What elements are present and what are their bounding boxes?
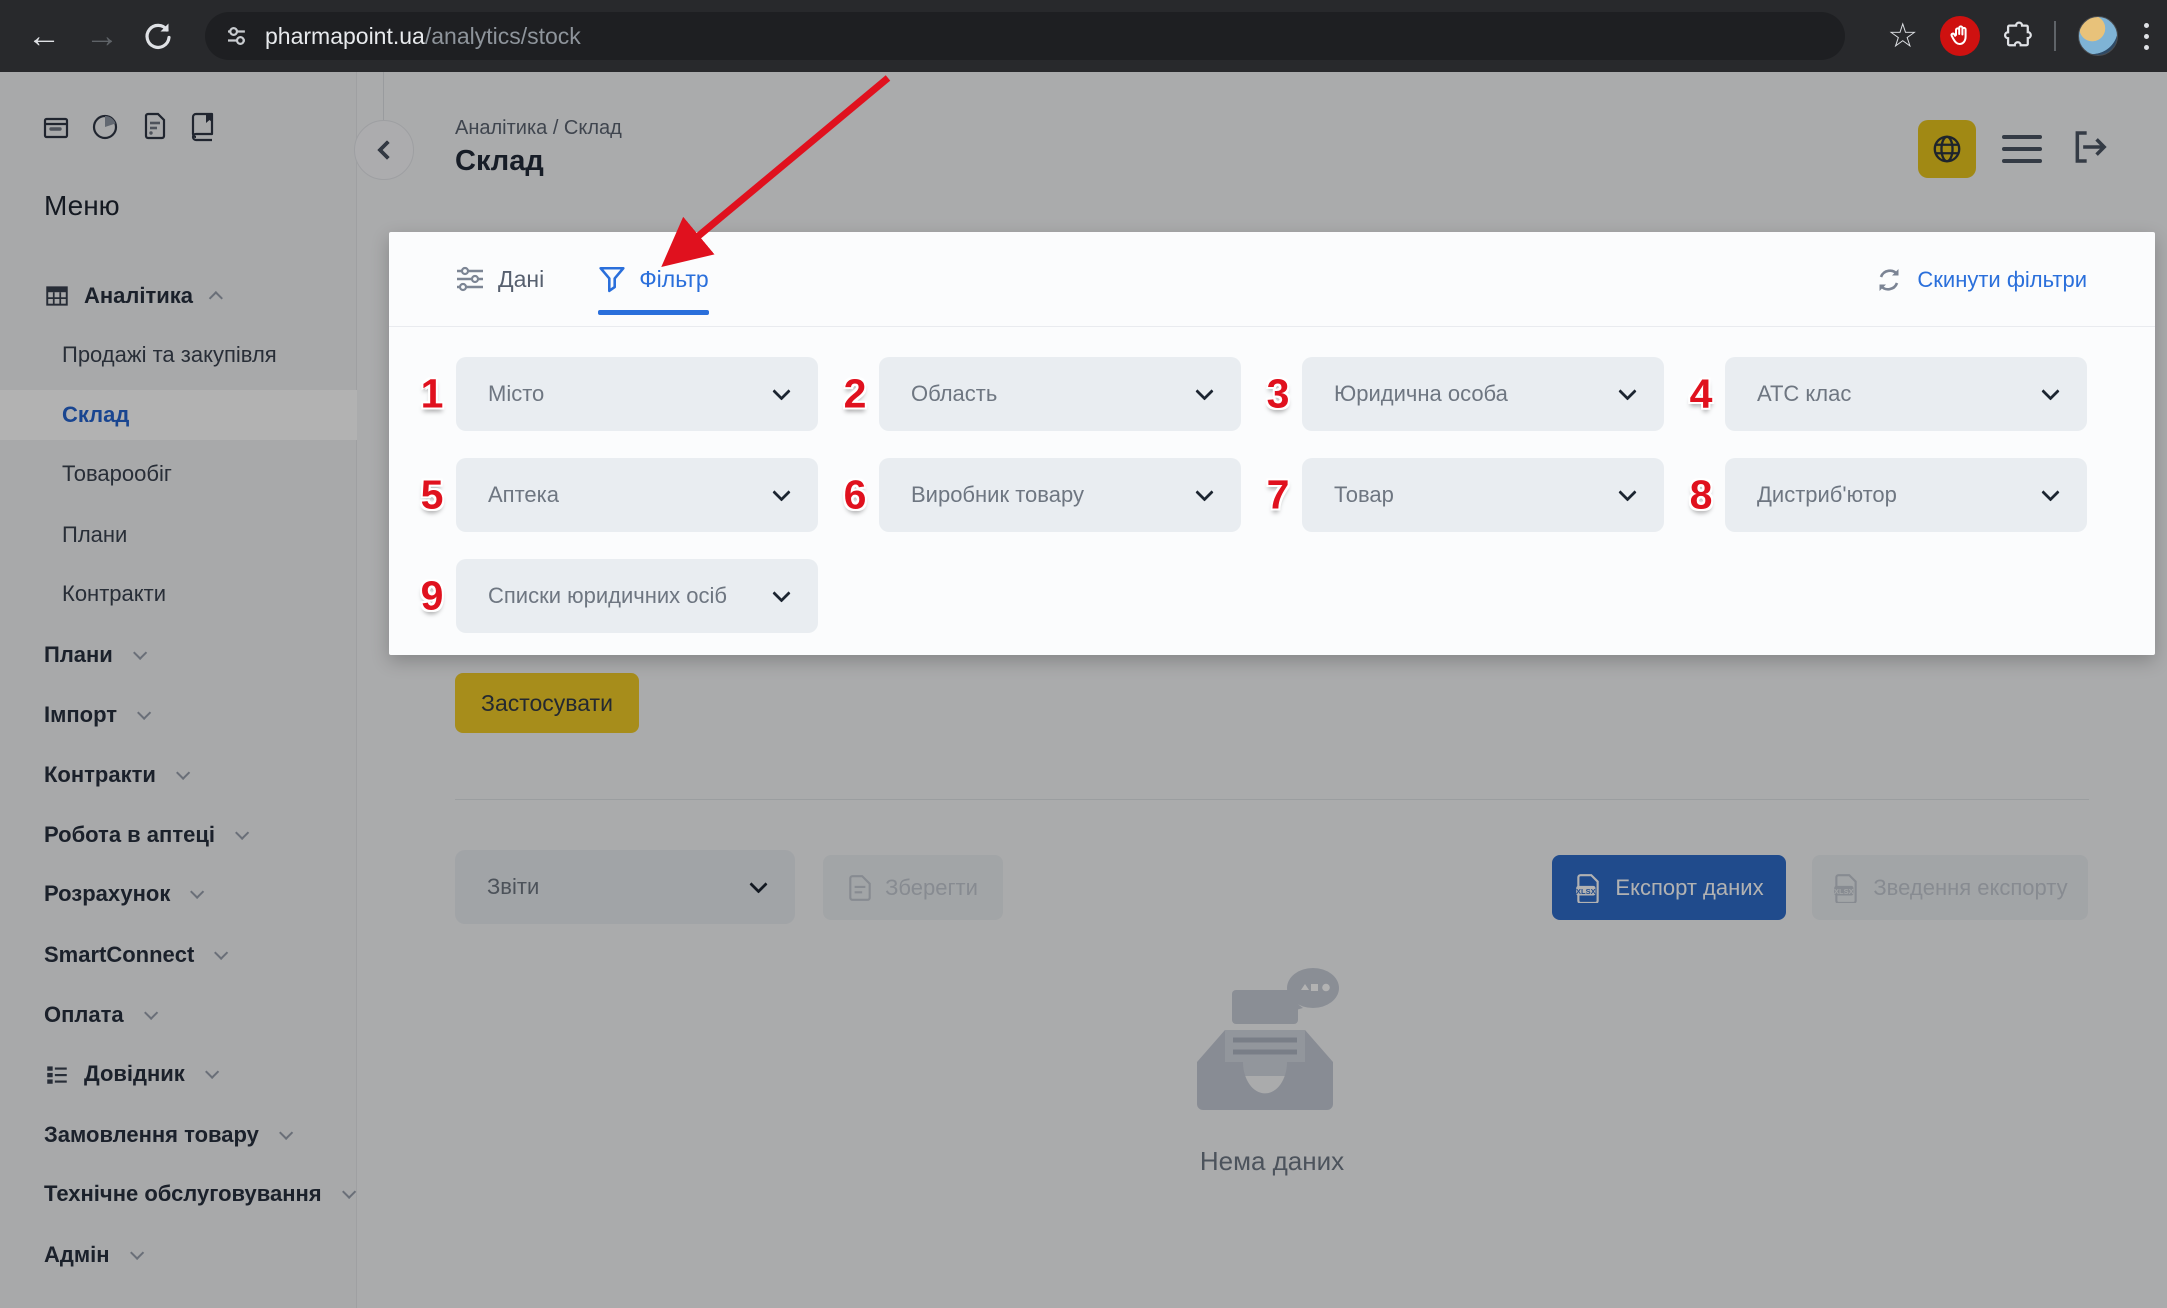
annotation-number: 6: [835, 472, 875, 519]
site-settings-icon[interactable]: [227, 27, 247, 45]
annotation-number: 7: [1258, 472, 1298, 519]
filter-select-oblast[interactable]: 2Область: [879, 357, 1241, 431]
chevron-down-icon: [772, 584, 790, 602]
browser-menu-icon[interactable]: [2140, 19, 2153, 54]
annotation-number: 9: [412, 573, 452, 620]
divider: [2054, 21, 2056, 51]
filter-select-atc-klas[interactable]: 4АТС клас: [1725, 357, 2087, 431]
reset-icon: [1874, 265, 1904, 295]
funnel-icon: [598, 265, 626, 293]
chevron-down-icon: [1195, 382, 1213, 400]
filter-select-misto[interactable]: 1Місто: [456, 357, 818, 431]
chevron-down-icon: [772, 382, 790, 400]
annotation-number: 4: [1681, 371, 1721, 418]
tab-filtr[interactable]: Фільтр: [598, 232, 709, 327]
chevron-down-icon: [1618, 483, 1636, 501]
url-bar[interactable]: pharmapoint.ua/analytics/stock: [205, 12, 1845, 60]
annotation-number: 5: [412, 472, 452, 519]
reset-filters-link[interactable]: Скинути фільтри: [1874, 232, 2087, 327]
profile-avatar[interactable]: [2078, 16, 2118, 56]
chevron-down-icon: [772, 483, 790, 501]
filter-select-vyrobnyk[interactable]: 6Виробник товару: [879, 458, 1241, 532]
filter-select-tovar[interactable]: 7Товар: [1302, 458, 1664, 532]
adblock-hand-icon[interactable]: [1940, 16, 1980, 56]
filter-select-yurydychna-osoba[interactable]: 3Юридична особа: [1302, 357, 1664, 431]
chevron-down-icon: [2041, 382, 2059, 400]
tab-dani[interactable]: Дані: [455, 232, 544, 327]
browser-forward-icon[interactable]: →: [76, 0, 128, 72]
chevron-down-icon: [1618, 382, 1636, 400]
bookmark-star-icon[interactable]: ☆: [1888, 19, 1918, 53]
filter-select-dystrybiutor[interactable]: 8Дистриб'ютор: [1725, 458, 2087, 532]
url-path: /analytics/stock: [425, 23, 581, 49]
browser-reload-icon[interactable]: [132, 0, 184, 72]
chevron-down-icon: [2041, 483, 2059, 501]
url-host: pharmapoint.ua: [265, 23, 425, 49]
filter-panel: Дані Фільтр Скинути фільтри 1Місто 2Обла…: [389, 232, 2155, 655]
chevron-down-icon: [1195, 483, 1213, 501]
extensions-puzzle-icon[interactable]: [2002, 19, 2032, 54]
annotation-number: 2: [835, 371, 875, 418]
tabs-row: Дані Фільтр Скинути фільтри: [389, 232, 2155, 327]
filters-grid: 1Місто 2Область 3Юридична особа 4АТС кла…: [456, 357, 2087, 633]
browser-chrome: ← → pharmapoint.ua/analytics/stock ☆: [0, 0, 2167, 72]
annotation-number: 3: [1258, 371, 1298, 418]
filter-select-apteka[interactable]: 5Аптека: [456, 458, 818, 532]
annotation-number: 8: [1681, 472, 1721, 519]
annotation-number: 1: [412, 371, 452, 418]
filter-select-spysky[interactable]: 9Списки юридичних осіб: [456, 559, 818, 633]
browser-back-icon[interactable]: ←: [18, 0, 70, 72]
sliders-icon: [455, 265, 485, 293]
